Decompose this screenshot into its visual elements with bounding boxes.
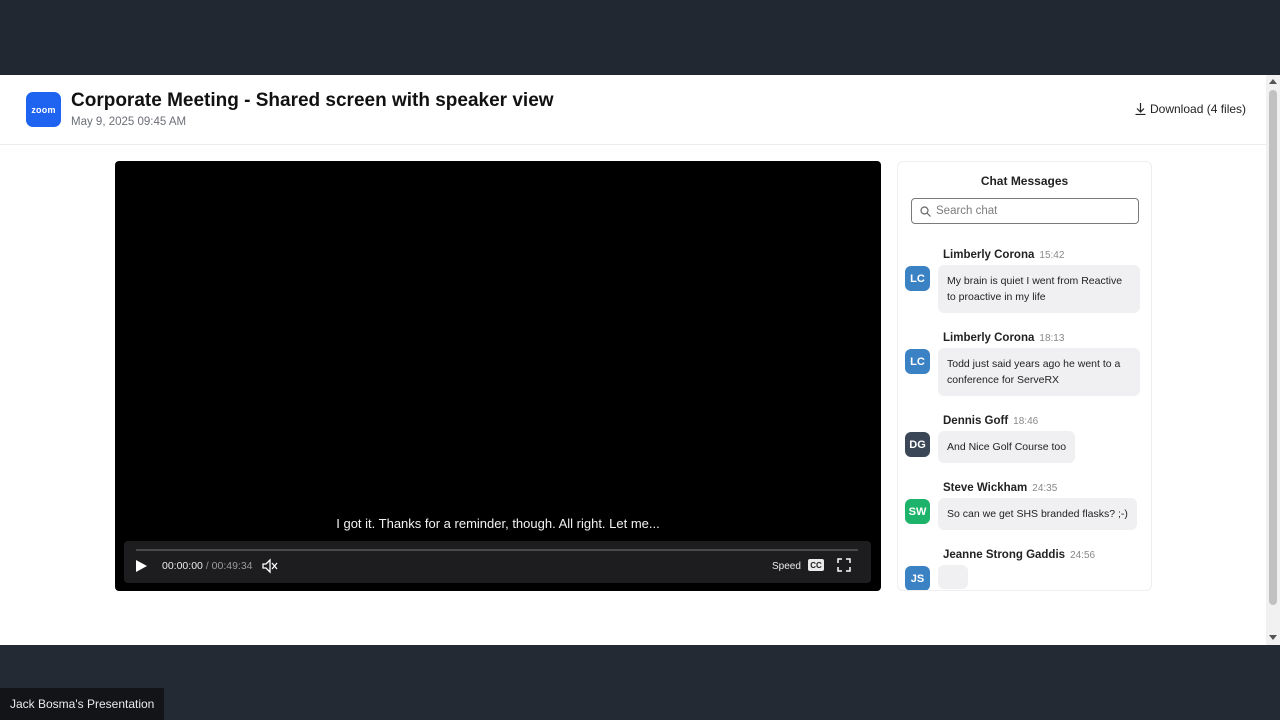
avatar: DG (905, 432, 930, 457)
bottom-frame (0, 645, 1280, 720)
play-icon[interactable] (134, 559, 148, 573)
message-bubble: And Nice Golf Course too (938, 431, 1076, 463)
scroll-up-icon[interactable] (1269, 79, 1277, 84)
avatar: LC (905, 349, 930, 374)
time-separator: / (205, 560, 209, 572)
top-frame (0, 0, 1280, 75)
chat-panel: Chat Messages LC Limberly Corona15:42 My… (897, 161, 1152, 591)
message-author: Jeanne Strong Gaddis 24:56 (943, 549, 1096, 561)
chat-search (911, 198, 1139, 224)
message-author: Limberly Corona 15:42 (943, 249, 1065, 261)
page-header: zoom Corporate Meeting - Shared screen w… (0, 75, 1266, 145)
duration-time: 00:49:34 (211, 560, 253, 572)
page-scrollbar[interactable] (1266, 75, 1280, 645)
message-bubble (938, 565, 968, 589)
message-time: 24:56 (1070, 550, 1096, 561)
captions-button[interactable]: CC (808, 559, 824, 571)
player-controls: 00:00:00 / 00:49:34 Speed CC (124, 541, 871, 583)
speed-button[interactable]: Speed (772, 561, 801, 572)
message-author: Steve Wickham 24:35 (943, 482, 1058, 494)
page-title: Corporate Meeting - Shared screen with s… (71, 90, 554, 111)
message-time: 15:42 (1039, 250, 1065, 261)
message-bubble: Todd just said years ago he went to a co… (938, 348, 1140, 396)
message-time: 18:13 (1039, 333, 1065, 344)
message-author: Limberly Corona 18:13 (943, 332, 1065, 344)
presenter-label: Jack Bosma's Presentation (0, 688, 165, 720)
message-time: 24:35 (1032, 483, 1058, 494)
download-icon (1135, 103, 1146, 115)
message-time: 18:46 (1013, 416, 1039, 427)
current-time: 00:00:00 (162, 560, 203, 572)
scroll-down-icon[interactable] (1269, 635, 1277, 640)
mute-icon[interactable] (262, 558, 278, 574)
avatar: LC (905, 266, 930, 291)
download-button[interactable]: Download (4 files) (1135, 102, 1246, 116)
chat-title: Chat Messages (980, 174, 1069, 188)
zoom-logo: zoom (26, 92, 61, 127)
video-player[interactable]: I got it. Thanks for a reminder, though.… (115, 161, 881, 591)
recording-date: May 9, 2025 09:45 AM (71, 116, 187, 128)
avatar: SW (905, 499, 930, 524)
progress-bar[interactable] (136, 549, 858, 551)
avatar: JS (905, 566, 930, 590)
video-caption: I got it. Thanks for a reminder, though.… (336, 516, 660, 531)
time-display: 00:00:00 / 00:49:34 (162, 560, 253, 572)
message-bubble: My brain is quiet I went from Reactive t… (938, 265, 1140, 313)
search-icon (920, 205, 931, 217)
message-bubble: So can we get SHS branded flasks? ;-) (938, 498, 1137, 530)
recording-page: zoom Corporate Meeting - Shared screen w… (0, 75, 1280, 645)
search-input[interactable] (936, 205, 1126, 217)
message-author: Dennis Goff 18:46 (943, 415, 1039, 427)
scroll-thumb[interactable] (1269, 90, 1277, 605)
download-label: Download (4 files) (1150, 102, 1247, 116)
fullscreen-icon[interactable] (837, 558, 851, 572)
